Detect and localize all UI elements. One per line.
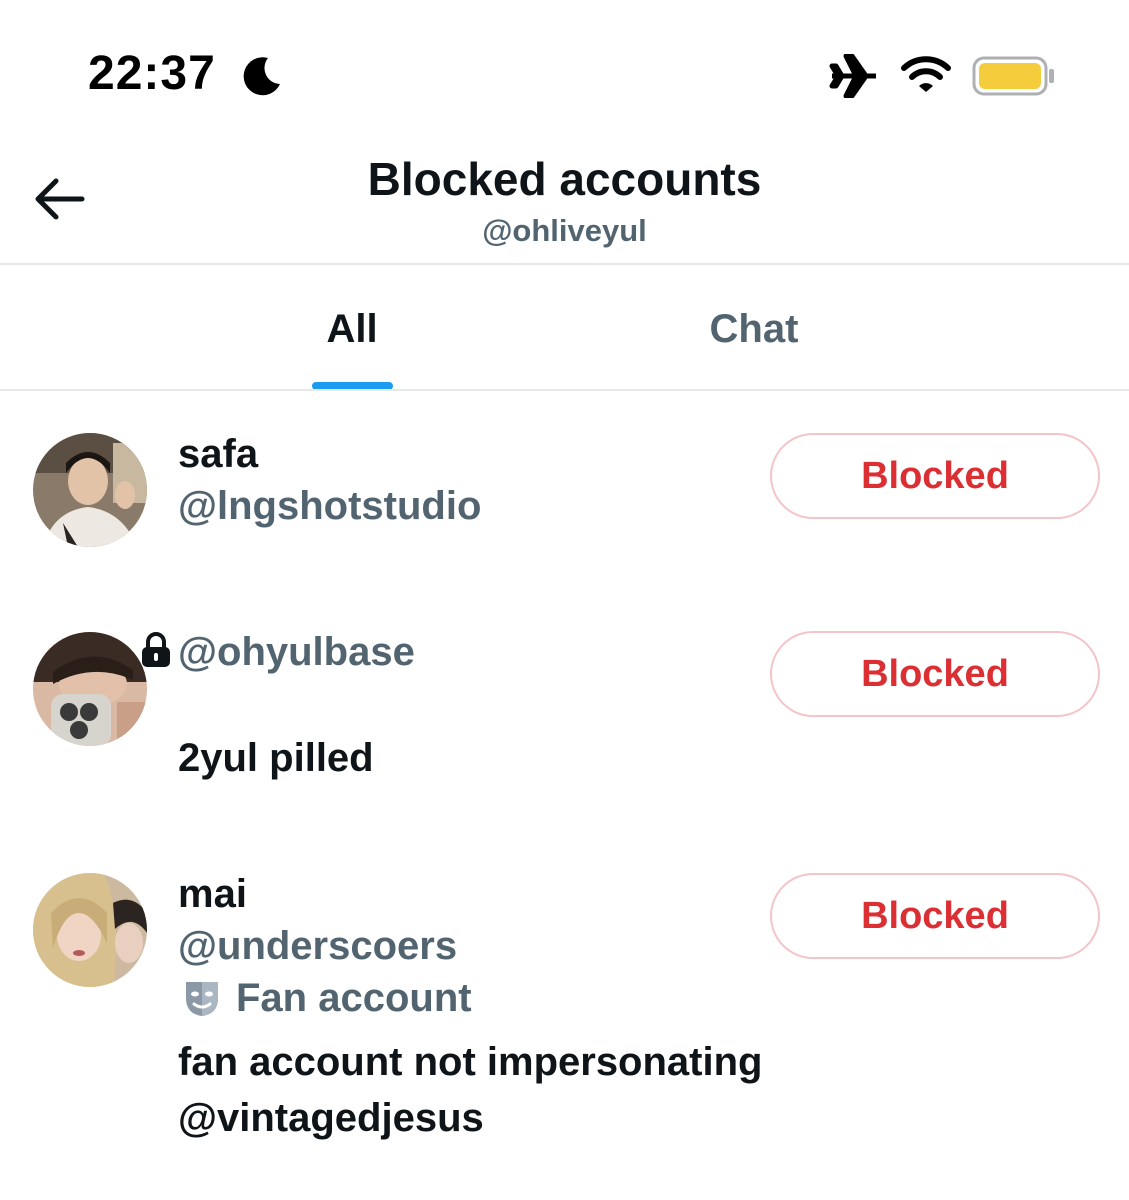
blocked-button[interactable]: Blocked bbox=[770, 433, 1100, 519]
page-title: Blocked accounts bbox=[367, 153, 762, 205]
fan-account-label: Fan account bbox=[236, 976, 472, 1020]
tab-chat[interactable]: Chat bbox=[654, 304, 854, 354]
account-row-3[interactable]: mai @underscoers Fan account Blocked fan… bbox=[0, 840, 1129, 1160]
moon-icon bbox=[243, 57, 280, 96]
account-bio: 2yul pilled bbox=[178, 736, 374, 780]
avatar[interactable] bbox=[33, 632, 147, 746]
tab-all[interactable]: All bbox=[272, 304, 432, 354]
tabs-divider bbox=[0, 389, 1129, 391]
account-row-2[interactable]: @ohyulbase Blocked 2yul pilled bbox=[0, 600, 1129, 810]
account-row-1[interactable]: safa @lngshotstudio Blocked bbox=[0, 400, 1129, 570]
wifi-icon bbox=[901, 56, 951, 92]
account-bio-link[interactable]: @vintagedjesus bbox=[178, 1090, 484, 1146]
account-handle[interactable]: @underscoers bbox=[178, 922, 457, 970]
account-handle[interactable]: @lngshotstudio bbox=[178, 482, 481, 530]
fan-account-mask-icon bbox=[186, 982, 218, 1016]
airplane-icon bbox=[829, 54, 876, 98]
avatar[interactable] bbox=[33, 433, 147, 547]
account-name[interactable]: mai bbox=[178, 870, 247, 918]
status-time: 22:37 bbox=[88, 47, 216, 100]
battery-icon bbox=[972, 56, 1054, 96]
page-subtitle: @ohliveyul bbox=[482, 213, 647, 248]
blocked-button[interactable]: Blocked bbox=[770, 873, 1100, 959]
account-name[interactable]: safa bbox=[178, 430, 258, 478]
lock-icon bbox=[142, 632, 170, 667]
account-bio: fan account not impersonating bbox=[178, 1040, 763, 1084]
blocked-button[interactable]: Blocked bbox=[770, 631, 1100, 717]
avatar[interactable] bbox=[33, 873, 147, 987]
header-divider bbox=[0, 263, 1129, 265]
account-handle[interactable]: @ohyulbase bbox=[178, 628, 415, 676]
